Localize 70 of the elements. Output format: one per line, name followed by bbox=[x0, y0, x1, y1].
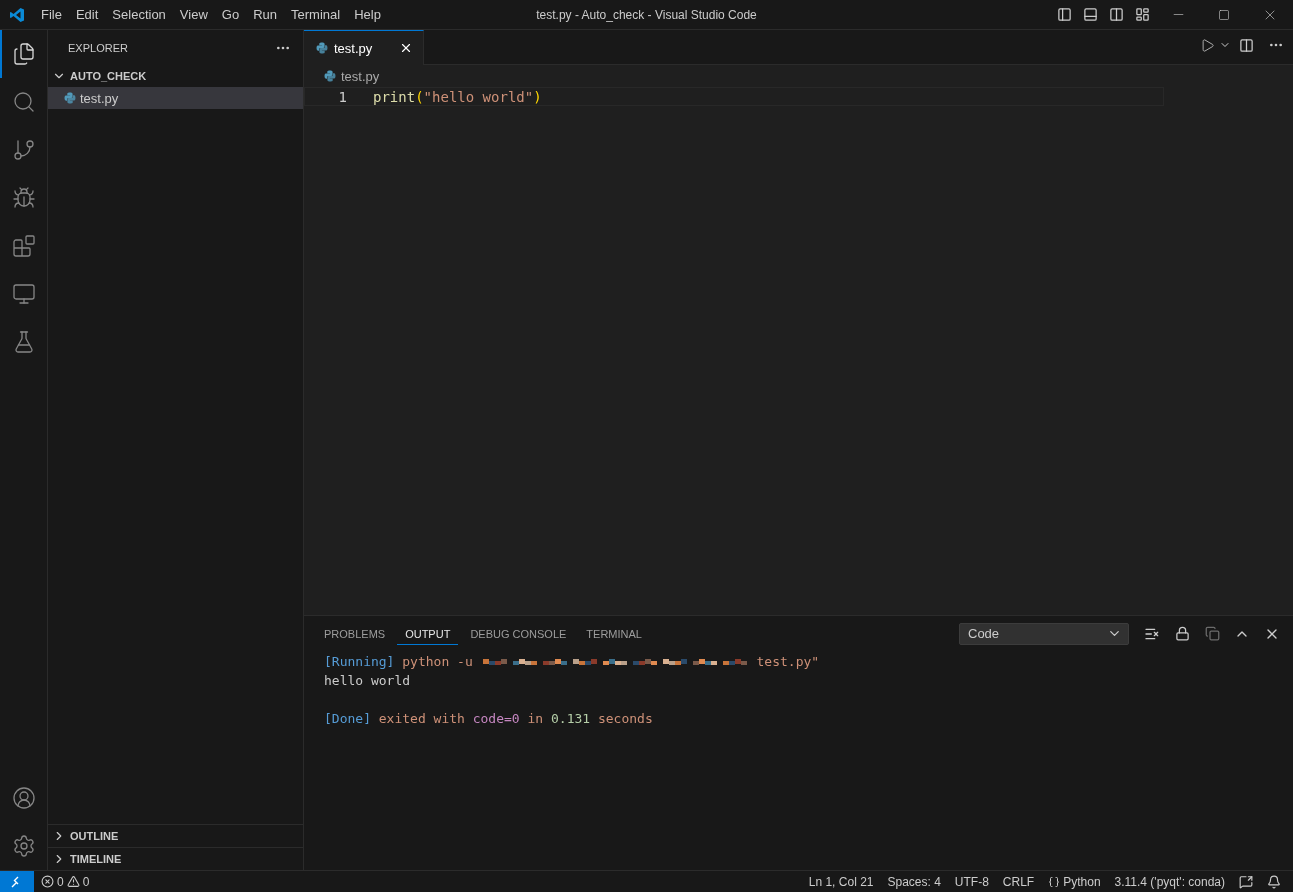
status-item[interactable]: CRLF bbox=[995, 874, 1042, 889]
layout-icon[interactable] bbox=[1134, 7, 1150, 22]
error-count: 0 bbox=[57, 874, 64, 889]
logo-icon bbox=[9, 6, 25, 23]
explorer-tree-row[interactable]: test.py bbox=[48, 87, 303, 109]
menu-item[interactable]: Selection bbox=[105, 7, 173, 22]
menu-item[interactable]: File bbox=[34, 7, 69, 22]
output-text: [Running] bbox=[324, 654, 395, 669]
account-icon[interactable] bbox=[11, 786, 36, 810]
blocks-icon[interactable] bbox=[11, 234, 36, 258]
menu-item[interactable]: Edit bbox=[68, 7, 106, 22]
panel-tab[interactable]: PROBLEMS bbox=[316, 622, 394, 645]
menu-item[interactable]: Go bbox=[214, 7, 247, 22]
code-line: print("hello world") bbox=[373, 88, 542, 105]
menu-item[interactable]: View bbox=[172, 7, 215, 22]
error-icon bbox=[41, 875, 54, 888]
warning-icon bbox=[66, 875, 80, 888]
split-layout-icon[interactable] bbox=[1108, 7, 1124, 22]
close-icon[interactable] bbox=[399, 41, 413, 55]
sidebar-toggle-icon[interactable] bbox=[1056, 7, 1072, 22]
channel-dropdown[interactable]: Code bbox=[959, 622, 1129, 645]
python-file-icon bbox=[316, 42, 328, 54]
menu-item[interactable]: Run bbox=[246, 7, 284, 22]
output-text: seconds bbox=[596, 711, 653, 726]
branch-icon[interactable] bbox=[11, 138, 36, 162]
monitor-icon[interactable] bbox=[11, 282, 36, 306]
files-icon[interactable] bbox=[11, 42, 36, 66]
menu-item[interactable]: Help bbox=[347, 7, 388, 22]
output-text: hello world bbox=[324, 673, 411, 688]
search-icon[interactable] bbox=[11, 90, 36, 114]
status-item[interactable]: UTF-8 bbox=[947, 874, 996, 889]
settings-icon[interactable] bbox=[11, 834, 36, 858]
panel-tab[interactable]: TERMINAL bbox=[578, 622, 650, 645]
remote-button[interactable] bbox=[0, 870, 34, 892]
python-file-icon bbox=[64, 92, 76, 104]
section-header[interactable]: TIMELINE bbox=[70, 853, 122, 865]
output-text: code=0 bbox=[472, 711, 520, 726]
run-icon[interactable] bbox=[1199, 37, 1215, 53]
lock-icon[interactable] bbox=[1174, 626, 1190, 641]
split-editor-icon[interactable] bbox=[1238, 37, 1254, 53]
output-text: [Done] bbox=[324, 711, 371, 726]
copy-icon[interactable] bbox=[1204, 626, 1220, 641]
maximize-icon[interactable] bbox=[1218, 8, 1230, 21]
python-file-icon bbox=[324, 70, 336, 82]
output-text: 0.131 bbox=[551, 711, 591, 726]
bell-icon[interactable] bbox=[1267, 874, 1281, 889]
editor-tab[interactable]: test.py bbox=[304, 30, 424, 65]
window-title: test.py - Auto_check - Visual Studio Code bbox=[536, 7, 757, 22]
problems-status[interactable]: 0 0 bbox=[34, 874, 97, 889]
status-item[interactable]: Python bbox=[1041, 874, 1108, 889]
output-text: test.py" bbox=[756, 654, 820, 669]
warning-count: 0 bbox=[82, 874, 90, 889]
output-text: exited with bbox=[377, 711, 466, 726]
braces-icon bbox=[1048, 875, 1061, 888]
output-text: python -u bbox=[401, 654, 474, 669]
sidebar-title: EXPLORER bbox=[68, 41, 128, 54]
output-text: in bbox=[526, 711, 545, 726]
breadcrumb[interactable]: test.py bbox=[341, 68, 380, 84]
feedback-icon[interactable] bbox=[1239, 874, 1253, 889]
panel-tab[interactable]: DEBUG CONSOLE bbox=[462, 622, 575, 645]
status-item[interactable]: Spaces: 4 bbox=[880, 874, 948, 889]
bug-icon[interactable] bbox=[11, 186, 36, 210]
folder-label[interactable]: AUTO_CHECK bbox=[70, 70, 147, 82]
section-header[interactable]: OUTLINE bbox=[70, 830, 119, 842]
panel-toggle-icon[interactable] bbox=[1082, 7, 1098, 22]
menu-item[interactable]: Terminal bbox=[284, 7, 348, 22]
status-item[interactable]: Ln 1, Col 21 bbox=[801, 874, 881, 889]
panel-tab[interactable]: OUTPUT bbox=[397, 622, 459, 645]
status-item[interactable]: 3.11.4 ('pyqt': conda) bbox=[1107, 874, 1232, 889]
line-number: 1 bbox=[337, 88, 347, 105]
